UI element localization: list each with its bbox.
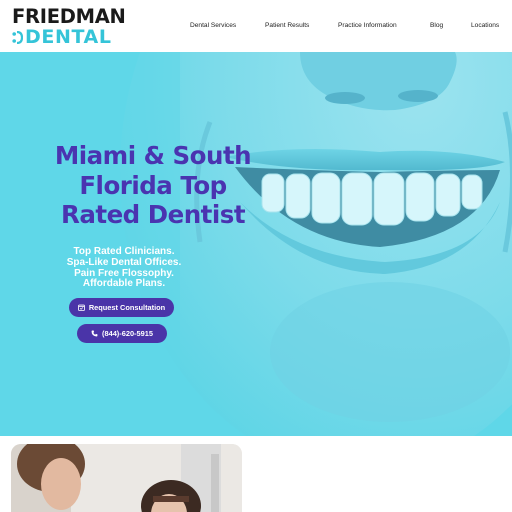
main-nav: Dental Services Patient Results Practice… bbox=[0, 20, 512, 34]
hero-section: Miami & South Florida Top Rated Dentist … bbox=[0, 52, 512, 436]
phone-number-label: (844)-620-5915 bbox=[102, 329, 153, 338]
dental-office-photo bbox=[11, 444, 242, 512]
nav-item-blog[interactable]: Blog bbox=[430, 20, 443, 32]
nav-item-practice-information[interactable]: Practice Information bbox=[338, 20, 397, 32]
phone-icon bbox=[91, 330, 98, 337]
request-consultation-button[interactable]: Request Consultation bbox=[69, 298, 174, 317]
nav-item-patient-results[interactable]: Patient Results bbox=[265, 20, 309, 32]
nav-item-dental-services[interactable]: Dental Services bbox=[190, 20, 236, 32]
nav-item-locations[interactable]: Locations bbox=[471, 20, 499, 32]
phone-call-button[interactable]: (844)-620-5915 bbox=[77, 324, 167, 343]
hero-subtitle-line: Spa-Like Dental Offices. bbox=[66, 256, 182, 268]
request-consultation-label: Request Consultation bbox=[88, 303, 166, 312]
calendar-check-icon bbox=[77, 304, 85, 311]
dentist-patient-image bbox=[11, 444, 242, 512]
hero-subtitle-line: Affordable Plans. bbox=[82, 278, 166, 290]
smile-background-image bbox=[0, 52, 512, 436]
hero-subtitle: Top Rated Clinicians. Spa-Like Dental Of… bbox=[45, 246, 203, 290]
site-header: FRIEDMAN DENTAL Dental Services Patient … bbox=[0, 0, 512, 52]
hero-title: Miami & South Florida Top Rated Dentist bbox=[54, 141, 252, 229]
